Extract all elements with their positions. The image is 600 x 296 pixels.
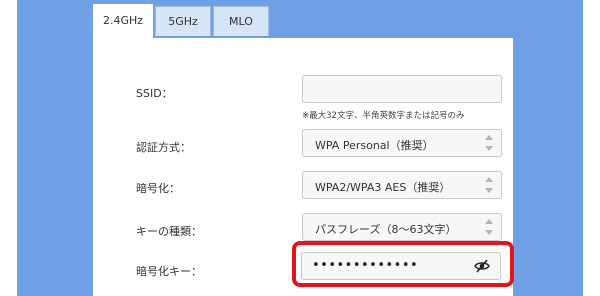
key-type-select[interactable]: パスフレーズ（8～63文字）: [302, 213, 502, 241]
encryption-label: 暗号化：: [136, 182, 180, 195]
ssid-hint: ※最大32文字、半角英数字または記号のみ: [302, 111, 465, 121]
select-arrows-icon: [485, 135, 493, 151]
select-arrows-icon: [485, 219, 493, 235]
left-margin: [0, 0, 17, 296]
settings-panel: 2.4GHz 5GHz MLO SSID： ※最大32文字、半角英数字または記号…: [33, 0, 568, 296]
key-input[interactable]: •••••••••••••: [301, 252, 501, 280]
key-type-value: パスフレーズ（8～63文字）: [315, 223, 457, 236]
eye-off-icon[interactable]: [474, 259, 490, 273]
key-value: •••••••••••••: [312, 258, 419, 273]
right-margin: [583, 0, 600, 296]
tab-5ghz[interactable]: 5GHz: [155, 6, 211, 36]
select-arrows-icon: [485, 177, 493, 193]
encryption-select[interactable]: WPA2/WPA3 AES（推奨）: [302, 171, 502, 199]
auth-label: 認証方式：: [136, 141, 191, 154]
ssid-label: SSID：: [136, 87, 173, 100]
key-label: 暗号化キー：: [136, 265, 202, 278]
band-tabs: 2.4GHz 5GHz MLO: [93, 0, 473, 38]
encryption-value: WPA2/WPA3 AES（推奨）: [315, 181, 451, 194]
ssid-input[interactable]: [302, 75, 502, 103]
auth-select[interactable]: WPA Personal（推奨）: [302, 129, 502, 157]
tab-mlo[interactable]: MLO: [213, 6, 269, 36]
auth-value: WPA Personal（推奨）: [315, 139, 434, 152]
key-type-label: キーの種類：: [136, 225, 202, 238]
tab-2-4ghz[interactable]: 2.4GHz: [93, 4, 153, 38]
